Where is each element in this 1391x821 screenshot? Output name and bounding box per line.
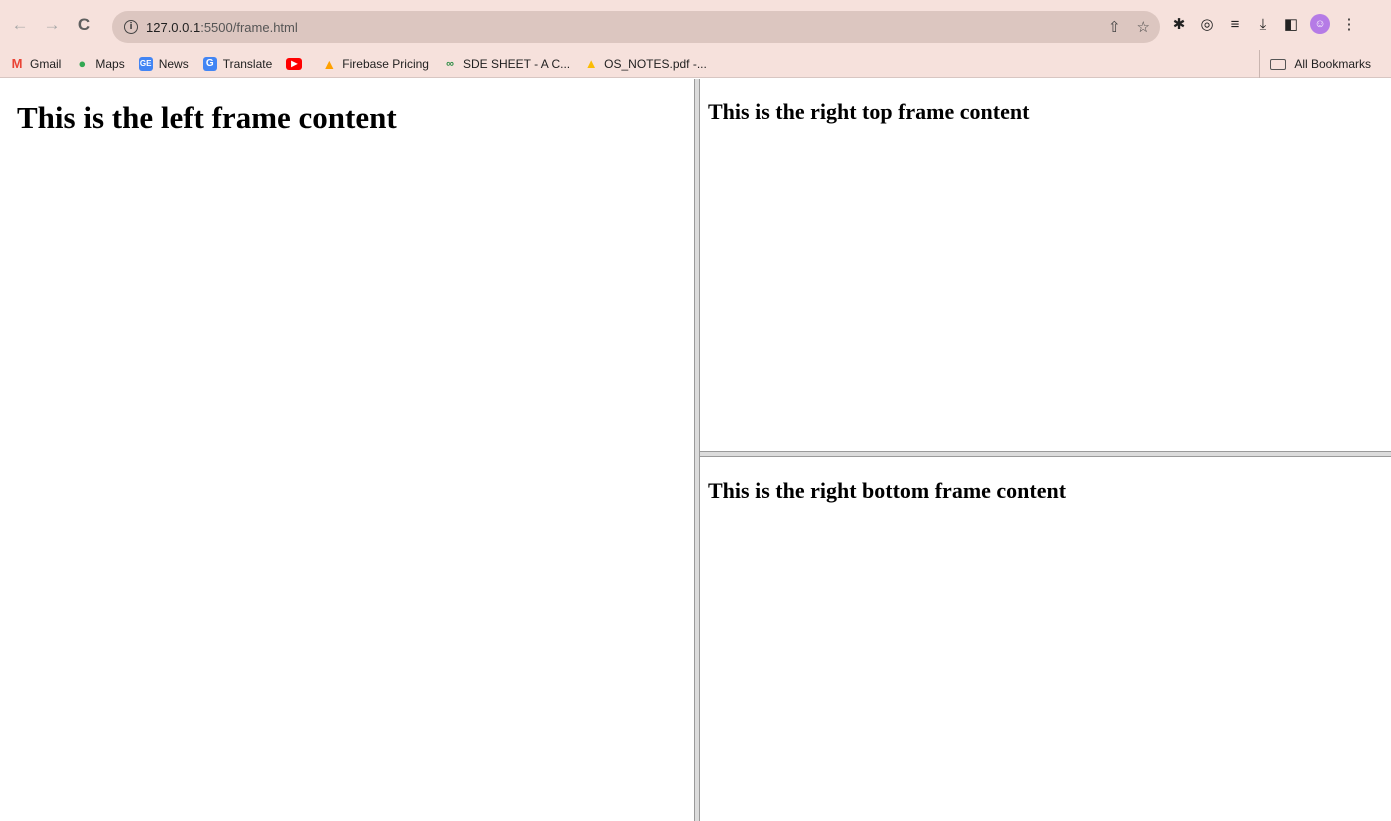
back-icon[interactable]: ← xyxy=(8,13,32,37)
bookmark-maps[interactable]: ● Maps xyxy=(75,56,125,71)
menu-icon[interactable]: ⋮ xyxy=(1340,13,1358,35)
url-text[interactable]: 127.0.0.1:5500/frame.html xyxy=(146,20,298,35)
download-icon[interactable]: ⤓ xyxy=(1254,13,1272,35)
bookmark-label: Gmail xyxy=(30,56,62,71)
profile-avatar-icon[interactable]: ☺ xyxy=(1310,14,1330,34)
bookmark-label: Firebase Pricing xyxy=(342,56,429,71)
bookmark-label: OS_NOTES.pdf -... xyxy=(604,56,707,71)
bookmark-gmail[interactable]: M Gmail xyxy=(10,56,62,71)
maps-icon: ● xyxy=(78,56,87,71)
firebase-icon: ▲ xyxy=(322,55,337,72)
translate-icon: G xyxy=(202,56,217,71)
bookmark-youtube[interactable]: ▶ xyxy=(286,57,308,70)
bookmark-label: Maps xyxy=(95,56,125,71)
gfg-icon: ∞ xyxy=(446,57,454,70)
right-top-frame: This is the right top frame content xyxy=(700,79,1391,451)
bookmark-news[interactable]: GE News xyxy=(138,56,189,71)
site-info-icon[interactable]: i xyxy=(124,20,138,34)
forward-icon[interactable]: → xyxy=(40,13,64,37)
extensions-icon[interactable]: ✱ xyxy=(1170,13,1188,35)
extension-icon[interactable]: ◎ xyxy=(1198,13,1216,35)
side-panel-icon[interactable]: ◧ xyxy=(1282,13,1300,35)
bookmark-os-notes[interactable]: ▲ OS_NOTES.pdf -... xyxy=(584,56,707,71)
bookmark-sde-sheet[interactable]: ∞ SDE SHEET - A C... xyxy=(443,57,570,71)
url-host: 127.0.0.1 xyxy=(146,19,201,35)
right-bottom-frame-heading: This is the right bottom frame content xyxy=(708,478,1067,503)
url-path: :5500/frame.html xyxy=(200,19,298,35)
youtube-icon: ▶ xyxy=(286,57,303,70)
folder-icon xyxy=(1270,58,1287,70)
left-frame: This is the left frame content xyxy=(0,79,694,821)
drive-icon: ▲ xyxy=(584,56,598,71)
bookmarks-bar: M Gmail ● Maps GE News G Translate ▶ ▲ F… xyxy=(0,50,1391,78)
bookmark-label: News xyxy=(158,56,189,71)
reload-icon[interactable]: C xyxy=(72,13,96,37)
bookmark-label: Translate xyxy=(222,56,273,71)
frameset: This is the left frame content This is t… xyxy=(0,79,1391,821)
news-icon: GE xyxy=(138,56,153,71)
right-bottom-frame: This is the right bottom frame content xyxy=(700,457,1391,821)
all-bookmarks-button[interactable]: All Bookmarks xyxy=(1259,50,1371,78)
browser-toolbar: ← → C i 127.0.0.1:5500/frame.html ⇧ ☆ ✱ … xyxy=(0,0,1391,50)
gmail-icon: M xyxy=(11,56,23,71)
reading-list-icon[interactable]: ≡ xyxy=(1226,13,1244,35)
all-bookmarks-label: All Bookmarks xyxy=(1294,57,1371,71)
right-top-frame-heading: This is the right top frame content xyxy=(708,99,1030,124)
share-icon[interactable]: ⇧ xyxy=(1108,18,1121,36)
bookmark-star-icon[interactable]: ☆ xyxy=(1137,18,1150,36)
left-frame-heading: This is the left frame content xyxy=(17,100,397,135)
bookmark-label: SDE SHEET - A C... xyxy=(462,56,571,71)
address-bar[interactable]: i 127.0.0.1:5500/frame.html ⇧ ☆ xyxy=(112,11,1160,43)
bookmark-firebase[interactable]: ▲ Firebase Pricing xyxy=(322,55,429,72)
bookmark-translate[interactable]: G Translate xyxy=(202,56,273,71)
